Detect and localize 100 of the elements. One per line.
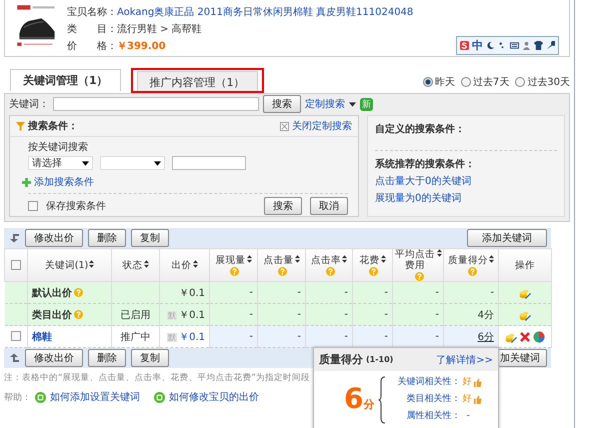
row-label: 类目出价: [32, 310, 72, 320]
note-text: 注：表格中的“展现量、点击量、点击率、花费、平均点击花费”为指定时间段: [4, 372, 310, 384]
thumbs-up-icon: [473, 378, 482, 386]
panel-button[interactable]: 取消: [310, 197, 348, 215]
toolbar-button[interactable]: 修改出价: [25, 349, 83, 367]
name-label: 宝贝名称：: [67, 7, 117, 18]
sort-icon[interactable]: [294, 254, 300, 262]
column-header: 平均点击费用: [394, 249, 436, 271]
toolbar-button[interactable]: 删除: [88, 229, 126, 247]
keyword-link[interactable]: 棉鞋: [32, 332, 52, 342]
default-tag: 默: [167, 332, 178, 342]
sort-icon[interactable]: [246, 254, 252, 262]
help-link-icon: [154, 392, 165, 402]
relevance-value: -: [466, 410, 470, 422]
category-value: 流行男鞋 > 高帮鞋: [117, 24, 202, 35]
table-cell: -: [297, 309, 301, 320]
toolbar-button[interactable]: 修改出价: [25, 229, 83, 247]
toolbar-button[interactable]: 复制: [131, 229, 169, 247]
brace-icon: [378, 376, 386, 424]
keyboard-icon[interactable]: [510, 41, 519, 50]
checkbox[interactable]: [10, 331, 21, 342]
popup-title: 质量得分: [319, 352, 363, 367]
select-field[interactable]: 请选择: [28, 156, 93, 170]
close-custom-search-link[interactable]: 关闭定制搜索: [292, 119, 352, 133]
table-cell: -: [249, 309, 253, 320]
table-cell: 推广中: [120, 332, 150, 342]
column-header: 操作: [515, 260, 535, 270]
tab[interactable]: 推广内容管理（1）: [136, 71, 258, 91]
section-label: 按关键词搜索: [28, 140, 89, 154]
sort-icon[interactable]: [144, 260, 148, 268]
close-icon[interactable]: [280, 122, 289, 130]
checkbox[interactable]: [11, 260, 21, 270]
table-cell: -: [344, 287, 348, 298]
column-header: 点击量: [264, 254, 294, 266]
panel-title: 自定义的搜索条件：: [375, 122, 466, 136]
toolbar-button[interactable]: 删除: [88, 349, 126, 367]
table-cell: -: [384, 331, 388, 342]
radio-button[interactable]: [460, 77, 471, 87]
help-link[interactable]: 如何修改宝贝的出价: [169, 390, 259, 404]
caret-icon[interactable]: [82, 160, 89, 166]
pie-chart-icon[interactable]: [533, 330, 545, 342]
checkbox[interactable]: [28, 201, 38, 211]
toolbar-button[interactable]: 复制: [131, 349, 169, 367]
keyword-field[interactable]: [53, 97, 259, 111]
table-cell: -: [297, 287, 301, 298]
column-header: 花费: [360, 254, 380, 266]
new-badge: 新: [360, 98, 373, 110]
details-link[interactable]: 了解详情>>: [436, 352, 493, 366]
sort-icon[interactable]: [489, 254, 494, 262]
product-link[interactable]: Aokang奥康正品 2011商务日常休闲男棉鞋 真皮男鞋111024048: [117, 7, 414, 18]
custom-search-link[interactable]: 定制搜索: [305, 97, 345, 111]
caret-icon[interactable]: [154, 160, 161, 166]
panel-button[interactable]: 搜索: [264, 197, 302, 215]
ime-logo-icon[interactable]: [460, 41, 469, 50]
shirt-icon[interactable]: [534, 41, 543, 50]
help-link[interactable]: 如何添加设置关键词: [50, 390, 140, 404]
table-cell: -: [384, 309, 388, 320]
person-icon[interactable]: [522, 41, 531, 50]
moon-icon[interactable]: [486, 41, 495, 50]
recommended-link[interactable]: 点击量大于0的关键词: [375, 174, 557, 188]
relevance-label: 属性相关性：: [405, 410, 460, 422]
help-link-icon: [35, 392, 46, 402]
relevance-value: 好: [462, 376, 472, 388]
column-header: 状态: [122, 260, 142, 270]
score-unit: 分: [363, 398, 374, 411]
period-label: 昨天: [434, 76, 455, 89]
table-cell: -: [435, 309, 439, 320]
caret-icon[interactable]: [349, 102, 356, 106]
recommended-title: 系统推荐的搜索条件：: [375, 158, 476, 171]
sort-icon[interactable]: [342, 254, 347, 262]
delete-icon[interactable]: [519, 330, 531, 342]
search-button[interactable]: 搜索: [263, 95, 301, 113]
table-cell: -: [344, 331, 348, 342]
row-label: 默认出价: [32, 288, 72, 298]
thumbs-up-icon: [473, 394, 482, 404]
radio-button[interactable]: [422, 77, 433, 87]
radio-button[interactable]: [515, 77, 526, 87]
ime-mode-label[interactable]: 中: [472, 38, 483, 53]
save-label: 保存搜索条件: [46, 200, 106, 213]
bid-value[interactable]: ￥0.1: [179, 332, 205, 342]
sort-icon[interactable]: [192, 260, 198, 268]
table-cell: -: [344, 309, 348, 320]
tab[interactable]: 关键词管理（1）: [10, 69, 121, 91]
value-field[interactable]: [172, 156, 246, 170]
table-cell: 4分: [478, 310, 494, 320]
period-label: 过去30天: [527, 76, 570, 89]
table-cell: -: [435, 287, 439, 298]
add-condition-link[interactable]: 添加搜索条件: [34, 175, 94, 189]
bid-value: ￥0.1: [179, 288, 205, 298]
period-label: 过去7天: [472, 76, 510, 89]
select-field[interactable]: [100, 156, 165, 170]
column-header: 出价: [172, 260, 192, 270]
table-cell: -: [297, 331, 301, 342]
add-keyword-button[interactable]: 添加关键词: [467, 229, 547, 247]
table-cell: -: [249, 331, 253, 342]
price-value: ￥399.00: [117, 41, 166, 52]
sort-icon[interactable]: [89, 260, 94, 268]
bid-value: ￥0.1: [179, 310, 205, 320]
sort-icon[interactable]: [380, 254, 386, 262]
recommended-link[interactable]: 展现量为0的关键词: [375, 191, 557, 205]
